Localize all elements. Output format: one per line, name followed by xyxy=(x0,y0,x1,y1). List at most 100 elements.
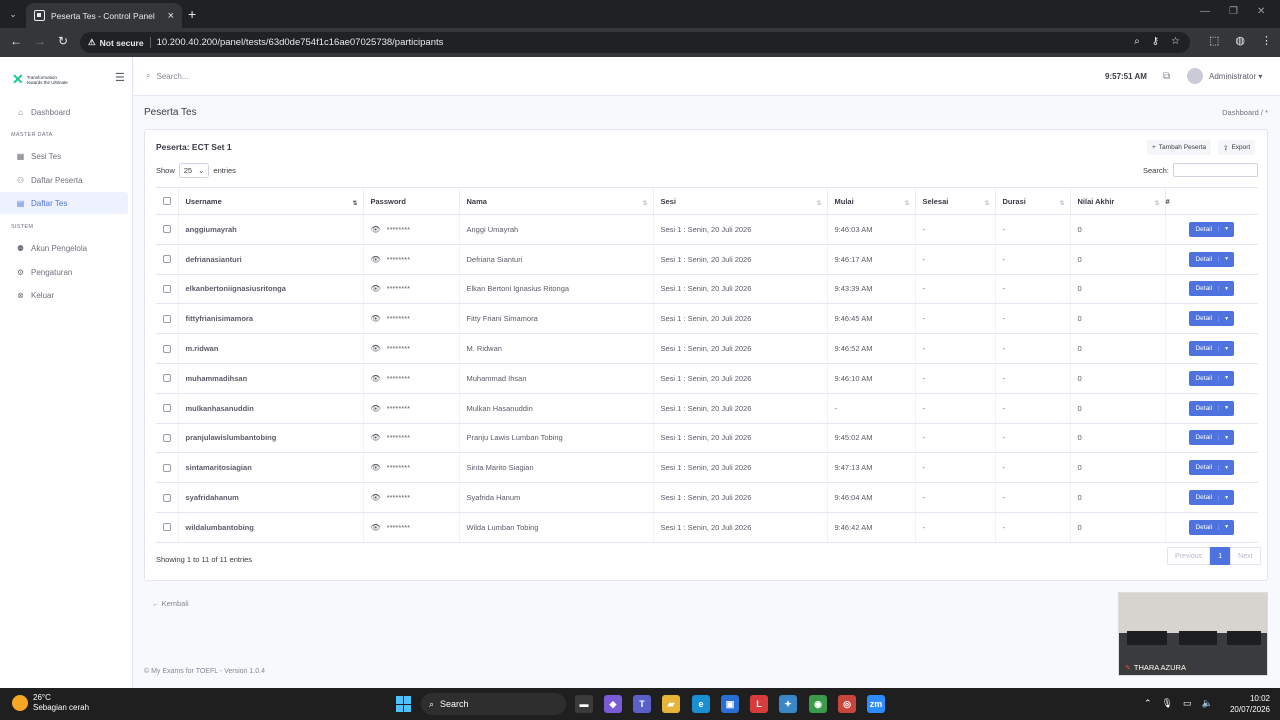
detail-button[interactable]: Detail ▼ xyxy=(1189,490,1235,506)
tab-close-icon[interactable]: × xyxy=(168,10,174,22)
chevron-down-icon[interactable]: ▼ xyxy=(1218,375,1234,382)
add-participant-button[interactable]: + Tambah Peserta xyxy=(1147,140,1212,155)
sidebar-item-pengaturan[interactable]: ⚙ Pengaturan xyxy=(0,261,128,283)
pagination-next[interactable]: Next xyxy=(1230,547,1261,565)
chevron-down-icon[interactable]: ▼ xyxy=(1218,285,1234,292)
sidebar-item-akun-pengelola[interactable]: ⚉ Akun Pengelola xyxy=(0,237,128,259)
chevron-down-icon[interactable]: ▼ xyxy=(1218,524,1234,531)
eye-slash-icon[interactable]: 👁 xyxy=(371,314,381,323)
store-icon[interactable]: ▣ xyxy=(721,695,739,713)
volume-icon[interactable]: 🔈 xyxy=(1202,698,1213,709)
eye-slash-icon[interactable]: 👁 xyxy=(371,255,381,264)
password-key-icon[interactable]: ⚷ xyxy=(1152,36,1159,47)
bookmark-star-icon[interactable]: ☆ xyxy=(1171,36,1180,47)
row-checkbox[interactable] xyxy=(163,344,171,353)
chevron-down-icon[interactable]: ▼ xyxy=(1218,315,1234,322)
maximize-icon[interactable]: ❐ xyxy=(1229,6,1238,17)
row-checkbox[interactable] xyxy=(163,255,171,264)
eye-slash-icon[interactable]: 👁 xyxy=(371,404,381,413)
browser-tab[interactable]: Peserta Tes - Control Panel × xyxy=(26,3,182,28)
detail-button[interactable]: Detail ▼ xyxy=(1189,519,1235,535)
chevron-up-icon[interactable]: ⌃ xyxy=(1144,698,1152,709)
detail-button[interactable]: Detail ▼ xyxy=(1189,370,1235,386)
camera-icon[interactable]: ◎ xyxy=(838,695,856,713)
eye-slash-icon[interactable]: 👁 xyxy=(371,493,381,502)
file-explorer-icon[interactable]: ▬ xyxy=(575,695,593,713)
extensions-icon[interactable]: ⬚ xyxy=(1209,34,1219,47)
detail-button[interactable]: Detail ▼ xyxy=(1189,400,1235,416)
chevron-down-icon[interactable]: ▼ xyxy=(1218,345,1234,352)
sidebar-item-sesi-tes[interactable]: ▦ Sesi Tes xyxy=(0,145,128,167)
sidebar-toggle-icon[interactable]: ☰ xyxy=(115,71,125,84)
eye-slash-icon[interactable]: 👁 xyxy=(371,374,381,383)
brand-logo[interactable]: ✕ Transformation towards the Ultimate xyxy=(12,71,68,88)
edge-icon[interactable]: e xyxy=(692,695,710,713)
col-mulai[interactable]: Mulai ⇅ xyxy=(827,187,916,215)
sidebar-item-daftar-peserta[interactable]: ⚇ Daftar Peserta xyxy=(0,169,128,191)
breadcrumb[interactable]: Dashboard / * xyxy=(1222,108,1268,117)
row-checkbox[interactable] xyxy=(163,433,171,442)
pagination-page[interactable]: 1 xyxy=(1210,547,1231,565)
detail-button[interactable]: Detail ▼ xyxy=(1189,251,1235,267)
global-search[interactable]: ⌕ Search... xyxy=(146,71,189,81)
col-username[interactable]: Username ⇅ xyxy=(178,187,364,215)
eye-slash-icon[interactable]: 👁 xyxy=(371,284,381,293)
detail-button[interactable]: Detail ▼ xyxy=(1189,430,1235,446)
video-thumbnail[interactable]: ✎ THARA AZURA xyxy=(1118,592,1268,676)
network-icon[interactable]: ▭ xyxy=(1183,698,1192,709)
detail-button[interactable]: Detail ▼ xyxy=(1189,281,1235,297)
new-tab-icon[interactable]: + xyxy=(188,6,196,22)
address-bar[interactable]: ⚠ Not secure 10.200.40.200/panel/tests/6… xyxy=(80,32,1190,53)
eye-slash-icon[interactable]: 👁 xyxy=(371,225,381,234)
col-nilai-akhir[interactable]: Nilai Akhir ⇅ xyxy=(1070,187,1166,215)
select-all-checkbox[interactable] xyxy=(163,197,171,205)
sidebar-item-keluar[interactable]: ⊗ Keluar xyxy=(0,284,128,306)
chevron-down-icon[interactable]: ▼ xyxy=(1218,494,1234,501)
sidebar-item-dashboard[interactable]: ⌂ Dashboard xyxy=(0,101,128,123)
microphone-icon[interactable]: 🎙 xyxy=(1162,698,1173,709)
launcher-icon[interactable]: L xyxy=(750,695,768,713)
col-nama[interactable]: Nama ⇅ xyxy=(459,187,654,215)
detail-button[interactable]: Detail ▼ xyxy=(1189,311,1235,327)
chevron-down-icon[interactable]: ▼ xyxy=(1218,256,1234,263)
minimize-icon[interactable]: — xyxy=(1200,6,1210,17)
taskbar-clock[interactable]: 10:02 20/07/2026 xyxy=(1222,693,1270,715)
forward-icon[interactable]: → xyxy=(34,34,46,48)
eye-slash-icon[interactable]: 👁 xyxy=(371,463,381,472)
detail-button[interactable]: Detail ▼ xyxy=(1189,221,1235,237)
user-menu[interactable]: Administrator ▾ xyxy=(1209,72,1262,81)
chevron-down-icon[interactable]: ▼ xyxy=(1218,226,1234,233)
taskbar-search[interactable]: ⌕ Search xyxy=(421,693,566,715)
col-selesai[interactable]: Selesai ⇅ xyxy=(915,187,996,215)
detail-button[interactable]: Detail ▼ xyxy=(1189,460,1235,476)
weather-widget[interactable]: 26°C Sebagian cerah xyxy=(12,693,89,713)
windows-start-icon[interactable] xyxy=(396,696,412,712)
copy-icon[interactable]: ⧉ xyxy=(1163,71,1170,82)
reload-icon[interactable]: ↻ xyxy=(58,34,68,48)
pagination-previous[interactable]: Previous xyxy=(1167,547,1211,565)
chevron-down-icon[interactable]: ▼ xyxy=(1218,434,1234,441)
row-checkbox[interactable] xyxy=(163,493,171,502)
avatar[interactable] xyxy=(1187,68,1203,84)
row-checkbox[interactable] xyxy=(163,314,171,323)
chevron-down-icon[interactable]: ▼ xyxy=(1218,464,1234,471)
eye-slash-icon[interactable]: 👁 xyxy=(371,433,381,442)
tab-search-icon[interactable]: ⌄ xyxy=(4,5,22,23)
chevron-down-icon[interactable]: ▼ xyxy=(1218,405,1234,412)
folder-icon[interactable]: ▰ xyxy=(662,695,680,713)
col-sesi[interactable]: Sesi ⇅ xyxy=(653,187,828,215)
back-icon[interactable]: ← xyxy=(10,34,22,48)
row-checkbox[interactable] xyxy=(163,284,171,293)
menu-kebab-icon[interactable]: ⋮ xyxy=(1261,34,1272,47)
profile-icon[interactable]: ◍ xyxy=(1235,34,1245,47)
vscode-icon[interactable]: ✦ xyxy=(779,695,797,713)
zoom-icon[interactable]: ⌕ xyxy=(1134,36,1140,47)
teams-icon[interactable]: T xyxy=(633,695,651,713)
eye-slash-icon[interactable]: 👁 xyxy=(371,523,381,532)
row-checkbox[interactable] xyxy=(163,404,171,413)
sidebar-item-daftar-tes[interactable]: ▤ Daftar Tes xyxy=(0,192,128,214)
table-search-input[interactable] xyxy=(1173,163,1258,177)
entries-select[interactable]: 25 ⌄ xyxy=(178,163,210,178)
window-close-icon[interactable]: ✕ xyxy=(1257,6,1265,17)
not-secure-badge[interactable]: ⚠ Not secure xyxy=(88,37,151,48)
